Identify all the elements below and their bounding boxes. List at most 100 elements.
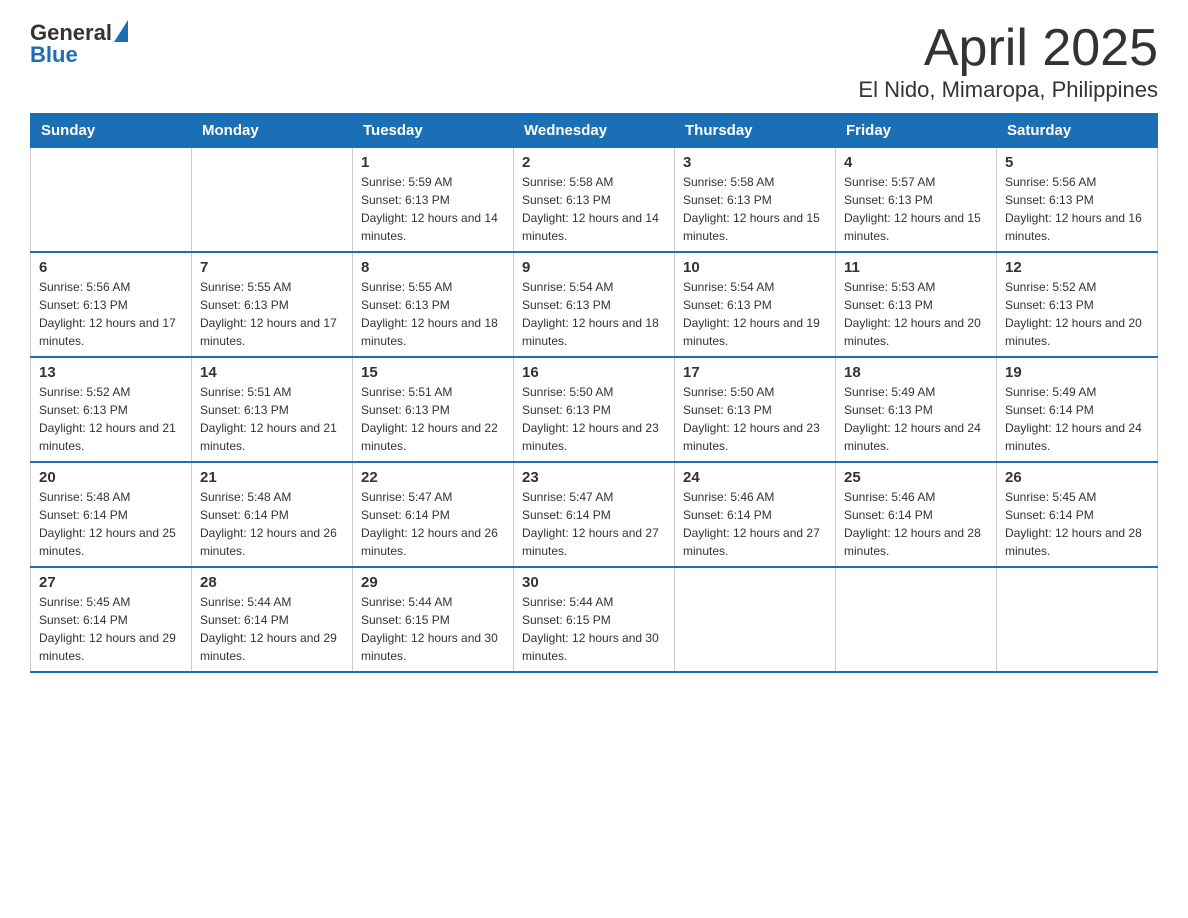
day-number: 7 — [200, 259, 344, 276]
weekday-header-tuesday: Tuesday — [353, 114, 514, 148]
day-number: 3 — [683, 154, 827, 171]
calendar-cell — [675, 567, 836, 672]
calendar-cell: 5 Sunrise: 5:56 AMSunset: 6:13 PMDaylight… — [997, 148, 1158, 253]
calendar-cell: 3 Sunrise: 5:58 AMSunset: 6:13 PMDaylight… — [675, 148, 836, 253]
day-number: 6 — [39, 259, 183, 276]
calendar-cell: 18 Sunrise: 5:49 AMSunset: 6:13 PMDayligh… — [836, 357, 997, 462]
day-info: Sunrise: 5:51 AMSunset: 6:13 PMDaylight:… — [361, 383, 505, 455]
day-info: Sunrise: 5:50 AMSunset: 6:13 PMDaylight:… — [522, 383, 666, 455]
day-info: Sunrise: 5:56 AMSunset: 6:13 PMDaylight:… — [1005, 173, 1149, 245]
calendar-cell: 21 Sunrise: 5:48 AMSunset: 6:14 PMDayligh… — [192, 462, 353, 567]
calendar-cell — [31, 148, 192, 253]
day-info: Sunrise: 5:57 AMSunset: 6:13 PMDaylight:… — [844, 173, 988, 245]
calendar-cell: 26 Sunrise: 5:45 AMSunset: 6:14 PMDayligh… — [997, 462, 1158, 567]
day-number: 18 — [844, 364, 988, 381]
day-info: Sunrise: 5:46 AMSunset: 6:14 PMDaylight:… — [683, 488, 827, 560]
day-number: 25 — [844, 469, 988, 486]
calendar-table: SundayMondayTuesdayWednesdayThursdayFrid… — [30, 113, 1158, 673]
calendar-cell: 16 Sunrise: 5:50 AMSunset: 6:13 PMDayligh… — [514, 357, 675, 462]
day-number: 17 — [683, 364, 827, 381]
weekday-header-sunday: Sunday — [31, 114, 192, 148]
calendar-cell: 1Sunrise: 5:59 AMSunset: 6:13 PMDaylight… — [353, 148, 514, 253]
calendar-cell: 6 Sunrise: 5:56 AMSunset: 6:13 PMDaylight… — [31, 252, 192, 357]
calendar-cell: 24 Sunrise: 5:46 AMSunset: 6:14 PMDayligh… — [675, 462, 836, 567]
calendar-cell: 12Sunrise: 5:52 AMSunset: 6:13 PMDayligh… — [997, 252, 1158, 357]
day-number: 29 — [361, 574, 505, 591]
weekday-header-thursday: Thursday — [675, 114, 836, 148]
day-number: 27 — [39, 574, 183, 591]
day-info: Sunrise: 5:59 AMSunset: 6:13 PMDaylight:… — [361, 173, 505, 245]
calendar-week-row: 6 Sunrise: 5:56 AMSunset: 6:13 PMDaylight… — [31, 252, 1158, 357]
page-title: April 2025 — [858, 20, 1158, 77]
day-info: Sunrise: 5:47 AMSunset: 6:14 PMDaylight:… — [361, 488, 505, 560]
calendar-cell: 29Sunrise: 5:44 AMSunset: 6:15 PMDayligh… — [353, 567, 514, 672]
calendar-week-row: 27Sunrise: 5:45 AMSunset: 6:14 PMDayligh… — [31, 567, 1158, 672]
day-number: 11 — [844, 259, 988, 276]
day-number: 13 — [39, 364, 183, 381]
day-info: Sunrise: 5:54 AMSunset: 6:13 PMDaylight:… — [683, 278, 827, 350]
page-subtitle: El Nido, Mimaropa, Philippines — [858, 77, 1158, 103]
title-block: April 2025 El Nido, Mimaropa, Philippine… — [858, 20, 1158, 103]
calendar-cell: 14Sunrise: 5:51 AMSunset: 6:13 PMDayligh… — [192, 357, 353, 462]
weekday-header-row: SundayMondayTuesdayWednesdayThursdayFrid… — [31, 114, 1158, 148]
day-info: Sunrise: 5:46 AMSunset: 6:14 PMDaylight:… — [844, 488, 988, 560]
page-header: General Blue April 2025 El Nido, Mimarop… — [30, 20, 1158, 103]
day-number: 23 — [522, 469, 666, 486]
day-info: Sunrise: 5:52 AMSunset: 6:13 PMDaylight:… — [1005, 278, 1149, 350]
calendar-cell: 7 Sunrise: 5:55 AMSunset: 6:13 PMDaylight… — [192, 252, 353, 357]
calendar-cell: 27Sunrise: 5:45 AMSunset: 6:14 PMDayligh… — [31, 567, 192, 672]
calendar-week-row: 1Sunrise: 5:59 AMSunset: 6:13 PMDaylight… — [31, 148, 1158, 253]
day-info: Sunrise: 5:44 AMSunset: 6:15 PMDaylight:… — [522, 593, 666, 665]
day-number: 15 — [361, 364, 505, 381]
day-info: Sunrise: 5:58 AMSunset: 6:13 PMDaylight:… — [522, 173, 666, 245]
day-number: 5 — [1005, 154, 1149, 171]
weekday-header-monday: Monday — [192, 114, 353, 148]
day-number: 30 — [522, 574, 666, 591]
day-info: Sunrise: 5:56 AMSunset: 6:13 PMDaylight:… — [39, 278, 183, 350]
day-number: 20 — [39, 469, 183, 486]
day-number: 26 — [1005, 469, 1149, 486]
day-info: Sunrise: 5:50 AMSunset: 6:13 PMDaylight:… — [683, 383, 827, 455]
calendar-body: 1Sunrise: 5:59 AMSunset: 6:13 PMDaylight… — [31, 148, 1158, 673]
day-info: Sunrise: 5:58 AMSunset: 6:13 PMDaylight:… — [683, 173, 827, 245]
calendar-cell — [997, 567, 1158, 672]
day-info: Sunrise: 5:47 AMSunset: 6:14 PMDaylight:… — [522, 488, 666, 560]
calendar-cell: 23 Sunrise: 5:47 AMSunset: 6:14 PMDayligh… — [514, 462, 675, 567]
day-info: Sunrise: 5:44 AMSunset: 6:14 PMDaylight:… — [200, 593, 344, 665]
day-number: 14 — [200, 364, 344, 381]
day-number: 16 — [522, 364, 666, 381]
weekday-header-friday: Friday — [836, 114, 997, 148]
calendar-cell: 20 Sunrise: 5:48 AMSunset: 6:14 PMDayligh… — [31, 462, 192, 567]
calendar-cell: 15 Sunrise: 5:51 AMSunset: 6:13 PMDayligh… — [353, 357, 514, 462]
day-number: 22 — [361, 469, 505, 486]
calendar-cell: 10Sunrise: 5:54 AMSunset: 6:13 PMDayligh… — [675, 252, 836, 357]
logo-triangle-icon — [114, 20, 128, 42]
day-info: Sunrise: 5:52 AMSunset: 6:13 PMDaylight:… — [39, 383, 183, 455]
calendar-cell: 22 Sunrise: 5:47 AMSunset: 6:14 PMDayligh… — [353, 462, 514, 567]
day-info: Sunrise: 5:53 AMSunset: 6:13 PMDaylight:… — [844, 278, 988, 350]
day-number: 19 — [1005, 364, 1149, 381]
day-info: Sunrise: 5:48 AMSunset: 6:14 PMDaylight:… — [200, 488, 344, 560]
day-number: 21 — [200, 469, 344, 486]
day-info: Sunrise: 5:49 AMSunset: 6:14 PMDaylight:… — [1005, 383, 1149, 455]
logo-blue-text: Blue — [30, 42, 78, 68]
day-info: Sunrise: 5:55 AMSunset: 6:13 PMDaylight:… — [200, 278, 344, 350]
calendar-cell — [836, 567, 997, 672]
calendar-cell: 30 Sunrise: 5:44 AMSunset: 6:15 PMDayligh… — [514, 567, 675, 672]
calendar-header: SundayMondayTuesdayWednesdayThursdayFrid… — [31, 114, 1158, 148]
calendar-cell: 19 Sunrise: 5:49 AMSunset: 6:14 PMDayligh… — [997, 357, 1158, 462]
calendar-cell: 28Sunrise: 5:44 AMSunset: 6:14 PMDayligh… — [192, 567, 353, 672]
day-number: 8 — [361, 259, 505, 276]
calendar-cell: 2 Sunrise: 5:58 AMSunset: 6:13 PMDaylight… — [514, 148, 675, 253]
day-info: Sunrise: 5:48 AMSunset: 6:14 PMDaylight:… — [39, 488, 183, 560]
day-info: Sunrise: 5:55 AMSunset: 6:13 PMDaylight:… — [361, 278, 505, 350]
calendar-cell — [192, 148, 353, 253]
calendar-cell: 25 Sunrise: 5:46 AMSunset: 6:14 PMDayligh… — [836, 462, 997, 567]
day-number: 24 — [683, 469, 827, 486]
day-number: 2 — [522, 154, 666, 171]
day-info: Sunrise: 5:49 AMSunset: 6:13 PMDaylight:… — [844, 383, 988, 455]
day-info: Sunrise: 5:45 AMSunset: 6:14 PMDaylight:… — [1005, 488, 1149, 560]
calendar-week-row: 20 Sunrise: 5:48 AMSunset: 6:14 PMDayligh… — [31, 462, 1158, 567]
day-number: 9 — [522, 259, 666, 276]
calendar-cell: 17 Sunrise: 5:50 AMSunset: 6:13 PMDayligh… — [675, 357, 836, 462]
